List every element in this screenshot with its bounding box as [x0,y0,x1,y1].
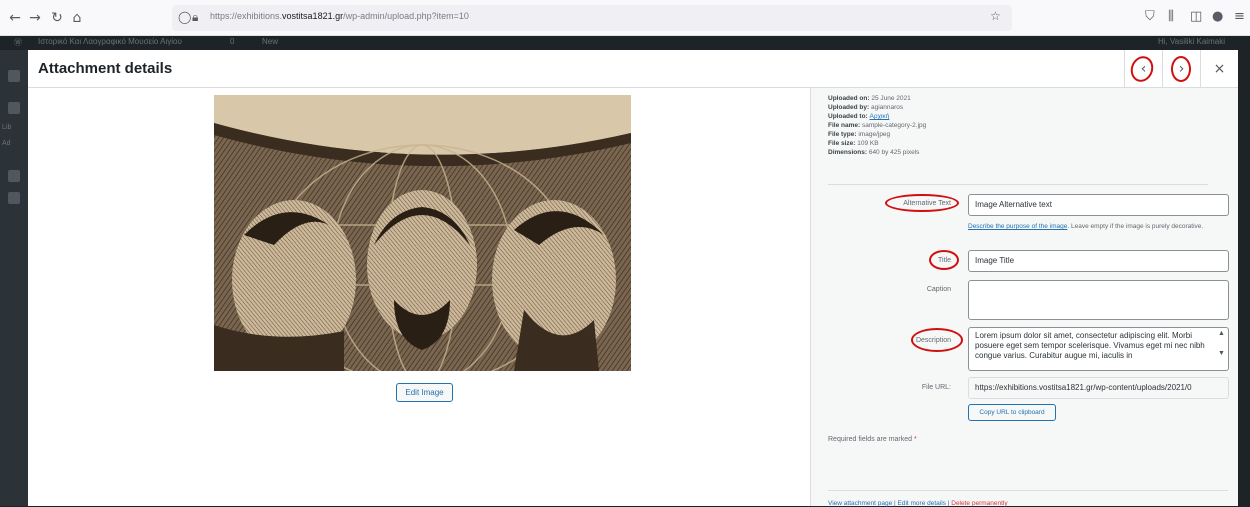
required-note: Required fields are marked * [828,436,917,443]
comments-count[interactable]: 0 [230,37,234,46]
sidebar-icon[interactable]: ◫ [1190,9,1202,24]
account-icon[interactable]: ● [1212,9,1223,24]
uploaded-to-link[interactable]: Αρχική [870,113,890,120]
alt-text-help-link[interactable]: Describe the purpose of the image [968,223,1067,230]
pocket-icon[interactable]: ⛉ [1145,9,1155,24]
file-details: Uploaded on: 25 June 2021 Uploaded by: a… [828,95,927,156]
alt-text-input[interactable]: Image Alternative text [968,194,1229,216]
file-size-value: 109 KB [857,140,879,147]
lock-icon[interactable]: 🔒︎ [192,10,198,25]
modal-title: Attachment details [38,60,173,77]
new-content-button[interactable]: New [262,37,278,46]
scroll-up-icon[interactable]: ▲ [1218,330,1225,337]
scroll-down-icon[interactable]: ▼ [1218,350,1225,357]
site-name[interactable]: Ιστορικό Και Λαογραφικό Μουσείο Αιγίου [38,37,182,46]
menu-item-add[interactable]: Ad [2,140,11,147]
divider [828,490,1228,491]
uploaded-on-value: 25 June 2021 [871,95,911,102]
annotation-circle-title [929,250,959,270]
annotation-circle-description [911,328,963,352]
settings-icon[interactable] [8,192,20,204]
forward-icon[interactable]: → [26,9,44,27]
modal-header: Attachment details ‹ › × [28,50,1238,88]
wordpress-logo-icon[interactable]: Ⓦ [14,37,22,48]
dimensions-value: 640 by 425 pixels [868,149,920,156]
edit-image-button[interactable]: Edit Image [396,383,453,402]
caption-label: Caption [926,286,951,293]
file-url-input[interactable]: https://exhibitions.vostitsa1821.gr/wp-c… [968,377,1229,399]
reload-icon[interactable]: ↻ [48,9,66,27]
library-icon[interactable]: ⫼ [1168,9,1174,24]
copy-url-button[interactable]: Copy URL to clipboard [968,404,1056,421]
home-icon[interactable]: ⌂ [68,9,86,27]
annotation-circle-next [1171,56,1191,82]
attachment-preview-image [214,95,631,371]
browser-toolbar: ← → ↻ ⌂ ◯ 🔒︎ https://exhibitions.vostits… [0,0,1250,36]
media-icon[interactable] [8,102,20,114]
wp-admin-bar: Ⓦ Ιστορικό Και Λαογραφικό Μουσείο Αιγίου… [0,36,1250,50]
engraving-artwork [214,95,631,371]
file-url-label: File URL: [921,384,951,391]
close-button[interactable]: × [1200,50,1238,88]
file-type-value: image/jpeg [858,131,891,138]
menu-item-library[interactable]: Lib [2,124,11,131]
admin-sidebar: Lib Ad [0,50,28,506]
shield-icon[interactable]: ◯ [178,10,191,24]
back-icon[interactable]: ← [6,9,24,27]
dashboard-icon[interactable] [8,70,20,82]
admin-greeting[interactable]: Hi, Vasiliki Kaimaki [1158,37,1225,46]
attachment-info-sidebar: Uploaded on: 25 June 2021 Uploaded by: a… [810,88,1238,507]
address-bar[interactable]: ◯ 🔒︎ https://exhibitions.vostitsa1821.gr… [172,5,1012,31]
bookmark-star-icon[interactable]: ☆ [990,9,1001,23]
description-textarea[interactable]: Lorem ipsum dolor sit amet, consectetur … [968,327,1229,371]
annotation-circle-alt [885,194,959,212]
close-icon: × [1213,61,1226,77]
uploaded-by-value: agiannaros [870,104,904,111]
background-overlay [1238,50,1250,506]
divider [828,184,1208,185]
attachment-details-modal: Attachment details ‹ › × Edit Image Uplo… [28,50,1238,507]
caption-textarea[interactable] [968,280,1229,320]
title-input[interactable]: Image Title [968,250,1229,272]
users-icon[interactable] [8,170,20,182]
alt-text-help: Describe the purpose of the image. Leave… [968,223,1204,230]
url-text[interactable]: https://exhibitions.vostitsa1821.gr/wp-a… [210,11,469,21]
file-name-value: sample-category-2.jpg [861,122,927,129]
menu-icon[interactable]: ≡ [1234,9,1245,24]
